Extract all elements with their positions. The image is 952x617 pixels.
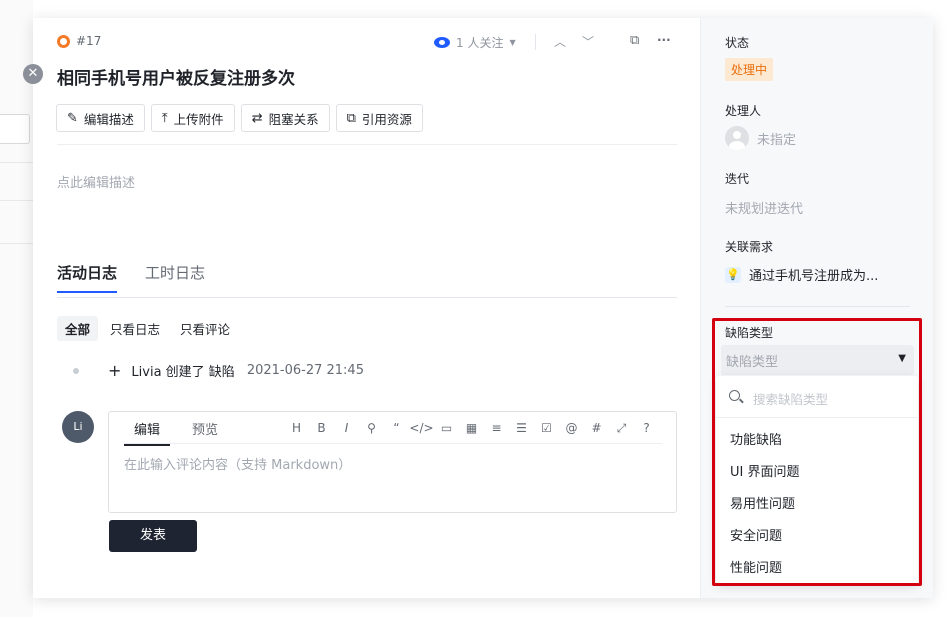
filter-comments-only[interactable]: 只看评论 <box>172 316 238 341</box>
filter-all[interactable]: 全部 <box>57 316 99 341</box>
open-external-icon[interactable]: ⧉ <box>630 33 639 48</box>
status-label: 状态 <box>725 36 750 50</box>
defect-type-label: 缺陷类型 <box>725 326 774 340</box>
edit-description-button[interactable]: ✎ 编辑描述 <box>56 104 145 132</box>
watchers-count: 1 人关注 <box>456 36 504 50</box>
divider <box>0 200 33 201</box>
tab-activity-log[interactable]: 活动日志 <box>57 262 118 293</box>
reference-resource-label: 引用资源 <box>361 111 412 127</box>
mention-icon[interactable]: @ <box>559 421 584 436</box>
dropdown-search[interactable]: 搜索缺陷类型 <box>716 376 918 418</box>
editor-tabs: 编辑 预览 H B I ⚲ “ </> ▭ ▦ ≡ ☰ ☑ @ # ⤢ ? <box>124 412 662 446</box>
chevron-up-icon[interactable]: ︿ <box>554 33 566 50</box>
status-badge[interactable]: 处理中 <box>725 58 774 81</box>
tab-edit[interactable]: 编辑 <box>124 419 171 446</box>
issue-title[interactable]: 相同手机号用户被反复注册多次 <box>57 64 295 89</box>
bullet-list-icon[interactable]: ☰ <box>509 421 534 436</box>
upload-attachment-label: 上传附件 <box>173 111 224 127</box>
comment-editor: 编辑 预览 H B I ⚲ “ </> ▭ ▦ ≡ ☰ ☑ @ # ⤢ ? 在此… <box>108 411 677 513</box>
bold-icon[interactable]: B <box>309 421 334 436</box>
log-tabs: 活动日志 工时日志 <box>57 262 677 298</box>
defect-type-select[interactable]: 缺陷类型 ▼ <box>721 345 914 375</box>
chevron-down-icon: ▼ <box>509 38 516 47</box>
publish-button[interactable]: 发表 <box>109 520 197 552</box>
tab-preview[interactable]: 预览 <box>182 419 228 444</box>
reference-resource-button[interactable]: ⧉ 引用资源 <box>335 104 423 132</box>
editor-toolbar: H B I ⚲ “ </> ▭ ▦ ≡ ☰ ☑ @ # ⤢ ? <box>284 421 659 436</box>
issue-id-text: #17 <box>76 34 102 48</box>
search-input[interactable]: 搜索缺陷类型 <box>753 389 828 408</box>
checkbox-icon[interactable]: ☑ <box>534 421 559 436</box>
code-icon[interactable]: </> <box>409 421 434 436</box>
option-usability-issue[interactable]: 易用性问题 <box>730 493 795 512</box>
lightbulb-icon: 💡 <box>725 266 741 283</box>
defect-type-placeholder: 缺陷类型 <box>726 355 779 370</box>
activity-text: Livia 创建了 缺陷 <box>131 365 235 380</box>
divider <box>0 162 33 163</box>
issue-detail-drawer: #17 1 人关注 ▼ ︿ ﹀ ⧉ ··· 相同手机号用户被反复注册多次 ✎ 编… <box>33 18 933 598</box>
more-icon[interactable]: ··· <box>657 33 671 47</box>
timeline-dot <box>73 367 79 374</box>
reference-icon: ⧉ <box>346 110 356 126</box>
requirement-label: 关联需求 <box>725 240 774 254</box>
upload-attachment-button[interactable]: ⤒ 上传附件 <box>150 104 235 132</box>
avatar: Li <box>62 411 94 443</box>
background-page-strip <box>0 0 33 617</box>
assignee-field[interactable]: 未指定 <box>725 126 796 150</box>
close-drawer-icon[interactable]: ✕ <box>23 64 43 84</box>
divider <box>0 243 33 244</box>
pencil-icon: ✎ <box>67 110 78 126</box>
defect-type-dropdown: 搜索缺陷类型 功能缺陷 UI 界面问题 易用性问题 安全问题 性能问题 <box>716 376 918 584</box>
relation-icon: ⇄ <box>251 110 263 126</box>
comment-input[interactable]: 在此输入评论内容（支持 Markdown） <box>124 454 351 473</box>
issue-id: #17 <box>57 34 101 48</box>
filter-logs-only[interactable]: 只看日志 <box>102 316 168 341</box>
divider <box>57 144 677 145</box>
expand-icon[interactable]: ⤢ <box>609 421 634 436</box>
assignee-value: 未指定 <box>757 132 797 148</box>
requirement-link[interactable]: 💡 通过手机号注册成为... <box>725 265 878 284</box>
ordered-list-icon[interactable]: ≡ <box>484 421 509 436</box>
assignee-label: 处理人 <box>725 104 762 118</box>
italic-icon[interactable]: I <box>334 421 359 436</box>
image-icon[interactable]: ▭ <box>434 421 459 436</box>
search-icon <box>729 390 740 401</box>
table-icon[interactable]: ▦ <box>459 421 484 436</box>
watch-button[interactable]: 1 人关注 ▼ <box>434 34 516 51</box>
issue-toolbar: ✎ 编辑描述 ⤒ 上传附件 ⇄ 阻塞关系 ⧉ 引用资源 <box>56 104 423 132</box>
blocking-relation-button[interactable]: ⇄ 阻塞关系 <box>240 104 330 132</box>
option-functional-defect[interactable]: 功能缺陷 <box>730 429 782 448</box>
divider <box>725 306 910 307</box>
plus-icon: + <box>108 361 122 380</box>
option-performance-issue[interactable]: 性能问题 <box>730 557 782 576</box>
chevron-down-icon[interactable]: ﹀ <box>582 33 594 50</box>
issue-main-panel: #17 1 人关注 ▼ ︿ ﹀ ⧉ ··· 相同手机号用户被反复注册多次 ✎ 编… <box>33 18 700 598</box>
status-ring-icon <box>57 34 70 48</box>
upload-icon: ⤒ <box>161 110 168 126</box>
divider <box>535 34 536 50</box>
tab-worklog[interactable]: 工时日志 <box>145 262 205 291</box>
edit-description-label: 编辑描述 <box>83 111 134 127</box>
issue-topbar: #17 1 人关注 ▼ ︿ ﹀ ⧉ ··· <box>57 33 677 52</box>
quote-icon[interactable]: “ <box>384 421 409 436</box>
option-security-issue[interactable]: 安全问题 <box>730 525 782 544</box>
background-input-stub <box>0 114 30 144</box>
iteration-label: 迭代 <box>725 172 750 186</box>
requirement-value: 通过手机号注册成为... <box>749 269 879 284</box>
description-placeholder[interactable]: 点此编辑描述 <box>57 172 135 191</box>
help-icon[interactable]: ? <box>634 421 659 436</box>
activity-entry: + Livia 创建了 缺陷 2021-06-27 21:45 <box>73 361 364 380</box>
eye-icon <box>434 37 450 48</box>
hashtag-icon[interactable]: # <box>584 421 609 436</box>
option-ui-issue[interactable]: UI 界面问题 <box>730 461 799 480</box>
caret-down-icon: ▼ <box>898 353 906 364</box>
blocking-relation-label: 阻塞关系 <box>268 111 319 127</box>
link-icon[interactable]: ⚲ <box>359 421 384 436</box>
user-avatar-icon <box>725 126 749 150</box>
activity-time: 2021-06-27 21:45 <box>246 363 364 378</box>
log-filters: 全部 只看日志 只看评论 <box>57 316 238 341</box>
iteration-field[interactable]: 未规划进迭代 <box>725 198 803 217</box>
issue-sidebar: 状态 处理中 处理人 未指定 迭代 未规划进迭代 关联需求 💡 通过手机号注册成… <box>700 18 933 598</box>
heading-icon[interactable]: H <box>284 421 309 436</box>
